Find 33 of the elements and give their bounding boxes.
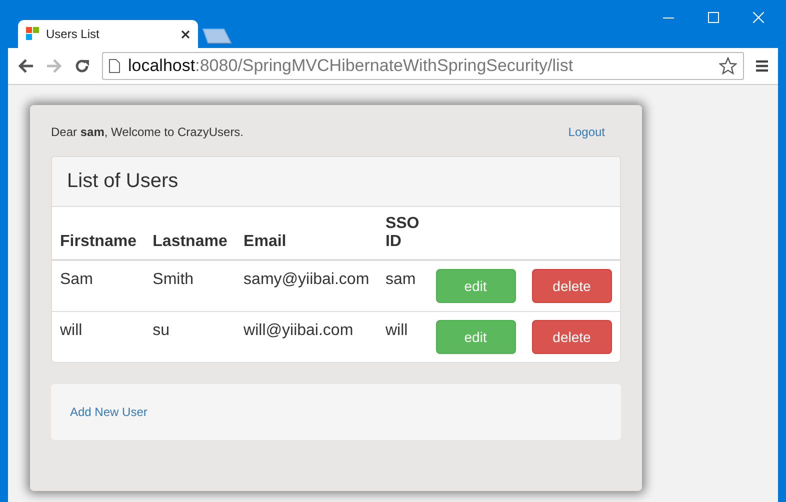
page-icon [109,59,120,73]
panel-title: List of Users [67,170,178,192]
back-arrow-icon[interactable] [18,59,34,73]
edit-button[interactable]: edit [436,320,516,354]
column-header: Lastname [152,233,228,250]
table-cell: samy@yiibai.com [244,271,370,288]
close-icon[interactable] [181,30,190,38]
table-cell: will@yiibai.com [244,322,354,339]
maximize-icon[interactable] [708,12,719,23]
reload-icon[interactable] [74,58,90,74]
delete-button[interactable]: delete [532,269,612,303]
delete-button[interactable]: delete [532,320,612,354]
table-cell: Sam [60,271,93,288]
welcome-message: Dear sam, Welcome to CrazyUsers. [51,125,244,139]
table-cell: su [152,322,170,339]
table-cell: will [385,322,408,339]
url-text: localhost:8080/SpringMVCHibernateWithSpringSecurity/list [128,56,574,76]
tab-title: Users List [46,27,100,41]
address-bar[interactable]: localhost:8080/SpringMVCHibernateWithSpringSecurity/list [102,52,744,80]
column-header: Firstname [60,233,136,250]
star-icon[interactable] [719,57,737,75]
column-header: SSO ID [385,215,420,251]
edit-button[interactable]: edit [436,269,516,303]
new-tab-button[interactable] [202,28,232,44]
table-cell: Smith [152,271,194,288]
add-user-link[interactable]: Add New User [70,405,148,419]
logout-link[interactable]: Logout [568,125,605,139]
column-header: Email [244,233,286,250]
menu-icon[interactable] [756,60,768,72]
table-cell: sam [385,271,416,288]
app-icon [26,27,40,41]
browser-tab[interactable]: Users List [18,20,198,48]
table-cell: will [60,322,82,339]
